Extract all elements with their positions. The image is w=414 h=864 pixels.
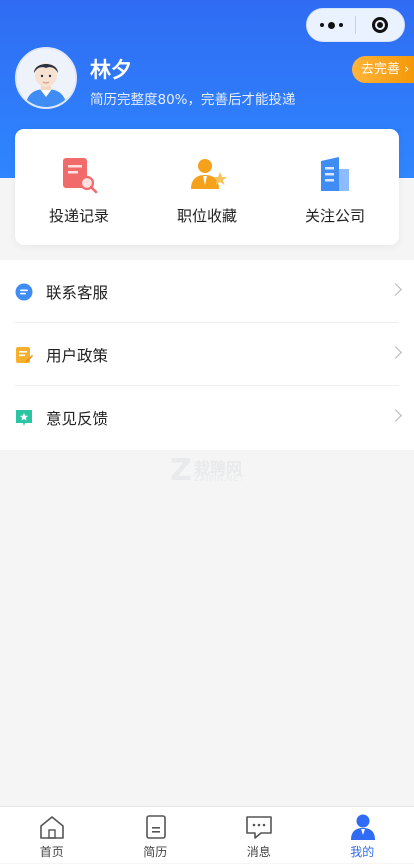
chevron-right-icon: [389, 283, 402, 296]
list-item-user-policy[interactable]: 用户政策: [0, 323, 414, 386]
list-item-label: 意见反馈: [46, 407, 108, 429]
chevron-right-icon: ›: [400, 62, 409, 77]
chevron-right-icon: [389, 346, 402, 359]
list-item-feedback[interactable]: 意见反馈: [0, 386, 414, 449]
list-item-label: 联系客服: [46, 281, 108, 303]
quick-action-followed-companies[interactable]: 关注公司: [271, 129, 399, 245]
home-icon: [38, 813, 66, 841]
document-edit-icon: [15, 346, 33, 364]
tab-resume[interactable]: 简历: [104, 807, 208, 864]
complete-resume-label: 去完善: [361, 62, 400, 77]
person-star-icon: [187, 155, 227, 195]
more-icon[interactable]: [307, 9, 355, 41]
user-icon: [349, 813, 377, 841]
mini-program-capsule: [306, 8, 405, 42]
tab-messages[interactable]: 消息: [207, 807, 311, 864]
bottom-tab-bar: 首页 简历 消息: [0, 806, 414, 863]
message-icon: [245, 813, 273, 841]
quick-action-label: 投递记录: [15, 205, 143, 226]
user-name: 林夕: [90, 54, 132, 84]
list-item-label: 用户政策: [46, 344, 108, 366]
watermark-en: ZAIPIN.NET: [194, 474, 244, 483]
list-item-customer-service[interactable]: 联系客服: [0, 260, 414, 323]
quick-action-applications[interactable]: 投递记录: [15, 129, 143, 245]
resume-search-icon: [59, 155, 99, 195]
complete-resume-button[interactable]: 去完善 ›: [352, 56, 414, 83]
avatar[interactable]: [15, 47, 77, 109]
tab-home[interactable]: 首页: [0, 807, 104, 864]
quick-action-favorites[interactable]: 职位收藏: [143, 129, 271, 245]
tab-label: 我的: [311, 843, 414, 860]
resume-icon: [142, 813, 170, 841]
tab-profile[interactable]: 我的: [311, 807, 414, 864]
watermark-logo: Z 栽聘网 ZAIPIN.NET: [170, 453, 260, 487]
quick-action-label: 职位收藏: [143, 205, 271, 226]
quick-action-label: 关注公司: [271, 205, 399, 226]
chat-bubble-icon: [15, 283, 33, 301]
resume-completeness-text: 简历完整度80%，完善后才能投递: [90, 88, 296, 108]
tab-label: 消息: [207, 843, 311, 860]
quick-actions-card: 投递记录 职位收藏 关注公司: [15, 129, 399, 245]
tab-label: 首页: [0, 843, 104, 860]
chevron-right-icon: [389, 409, 402, 422]
close-target-icon[interactable]: [356, 9, 404, 41]
feedback-star-icon: [15, 409, 33, 427]
building-icon: [315, 155, 355, 195]
settings-list: 联系客服 用户政策 意见反馈: [0, 260, 414, 450]
watermark-z-mark: Z: [170, 453, 192, 488]
tab-label: 简历: [104, 843, 208, 860]
